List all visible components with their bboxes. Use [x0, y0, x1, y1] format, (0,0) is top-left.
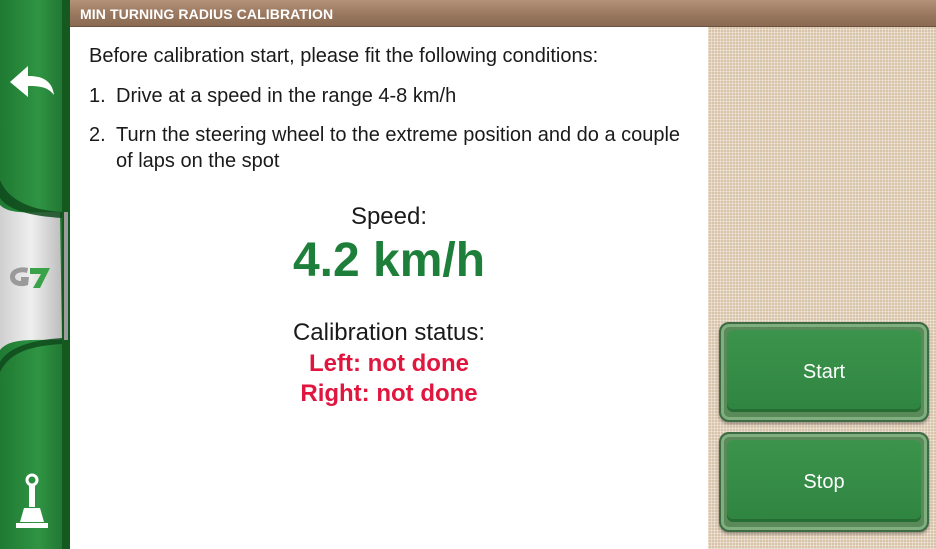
condition-number: 1.: [89, 85, 106, 107]
page-title: MIN TURNING RADIUS CALIBRATION: [80, 6, 334, 22]
start-button[interactable]: Start: [719, 322, 929, 422]
condition-item: 2. Turn the steering wheel to the extrem…: [89, 122, 689, 178]
condition-text: Turn the steering wheel to the extreme p…: [116, 124, 681, 172]
calibration-status-left: Left: not done: [309, 350, 469, 377]
calibration-status-label: Calibration status:: [292, 319, 486, 346]
back-button[interactable]: [4, 55, 60, 111]
speed-label: Speed:: [350, 203, 428, 230]
condition-number: 2.: [89, 124, 106, 146]
instructions-intro: Before calibration start, please fit the…: [89, 45, 599, 67]
g7-logo-icon: [10, 267, 50, 288]
joystick-icon: [16, 473, 48, 528]
main-content: Before calibration start, please fit the…: [70, 27, 708, 549]
calibration-screen: MIN TURNING RADIUS CALIBRATION Before ca…: [0, 0, 936, 549]
back-arrow-icon: [10, 66, 54, 97]
left-sidebar: [0, 0, 70, 549]
condition-text: Drive at a speed in the range 4-8 km/h: [116, 85, 457, 107]
calibration-status-right: Right: not done: [300, 380, 478, 407]
joystick-button[interactable]: [14, 470, 50, 532]
start-button-label: Start: [802, 360, 846, 383]
speed-value: 4.2 km/h: [292, 234, 486, 287]
title-bar: MIN TURNING RADIUS CALIBRATION: [70, 0, 936, 27]
stop-button[interactable]: Stop: [719, 432, 929, 532]
condition-item: 1. Drive at a speed in the range 4-8 km/…: [89, 83, 689, 111]
stop-button-label: Stop: [803, 470, 845, 493]
g7-logo: [6, 262, 56, 292]
